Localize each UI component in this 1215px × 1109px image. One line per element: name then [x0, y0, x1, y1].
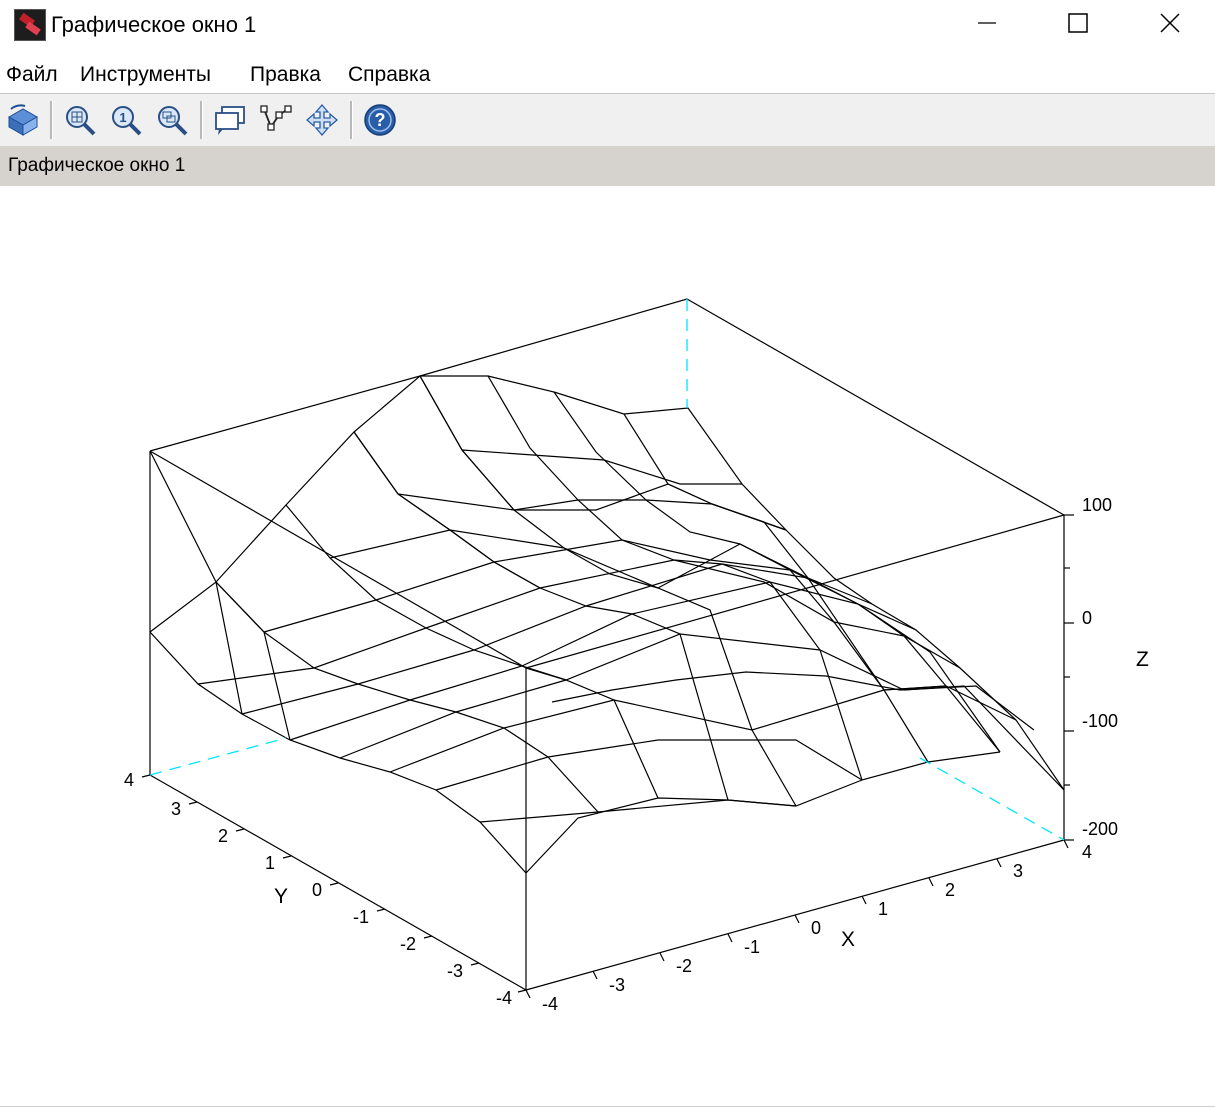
x-tick-label: 1 — [878, 899, 888, 919]
y-tick-label: 0 — [312, 880, 322, 900]
figure-tab-title[interactable]: Графическое окно 1 — [8, 155, 185, 177]
y-tick-label: -4 — [496, 988, 512, 1008]
x-tick-label: -3 — [609, 975, 625, 995]
z-axis-ticks — [1064, 514, 1074, 841]
close-button[interactable] — [1124, 0, 1215, 46]
svg-text:1: 1 — [119, 110, 126, 125]
x-axis-title: X — [841, 928, 855, 951]
surface-plot[interactable]: 100 0 -100 -200 Z -4 -3 -2 -1 0 1 2 3 4 … — [0, 186, 1215, 1104]
minimize-button[interactable] — [941, 0, 1033, 46]
data-edit-button[interactable] — [258, 102, 294, 138]
y-axis-title: Y — [274, 885, 288, 908]
y-axis-labels: -4 -3 -2 -1 0 1 2 3 4 Y — [124, 770, 512, 1008]
toolbar-separator — [350, 101, 353, 139]
z-axis-labels: 100 0 -100 -200 Z — [1082, 495, 1149, 839]
z-tick-label: 0 — [1082, 608, 1092, 628]
minimize-icon — [978, 22, 996, 24]
y-tick-label: 4 — [124, 770, 134, 790]
zoom-area-icon — [66, 106, 96, 136]
datatip-icon — [215, 106, 245, 135]
app-icon — [14, 9, 46, 41]
y-tick-label: 3 — [171, 799, 181, 819]
rotate-icon — [7, 104, 39, 136]
y-tick-label: 2 — [218, 826, 228, 846]
title-bar: Графическое окно 1 — [0, 0, 1215, 48]
y-tick-label: -1 — [353, 907, 369, 927]
x-axis-labels: -4 -3 -2 -1 0 1 2 3 4 X — [542, 842, 1092, 1014]
z-tick-label: -100 — [1082, 711, 1118, 731]
x-tick-label: 2 — [945, 880, 955, 900]
plot-canvas[interactable]: 100 0 -100 -200 Z -4 -3 -2 -1 0 1 2 3 4 … — [0, 186, 1215, 1104]
data-edit-icon — [260, 105, 292, 131]
menu-tools[interactable]: Инструменты — [80, 62, 211, 88]
figure-tab-bar: Графическое окно 1 — [0, 146, 1215, 186]
y-axis-line — [149, 774, 527, 991]
zoom-area-button[interactable] — [62, 102, 98, 138]
window-bottom-border — [0, 1106, 1215, 1107]
zoom-out-icon — [158, 106, 188, 136]
window-title: Графическое окно 1 — [51, 12, 257, 37]
help-icon: ? — [364, 104, 396, 136]
menu-help[interactable]: Справка — [348, 62, 430, 88]
rotate-button[interactable] — [4, 102, 40, 138]
y-axis-ticks — [141, 774, 527, 993]
box-top-edge — [149, 298, 1065, 516]
toolbar-separator — [50, 101, 53, 139]
pan-button[interactable] — [304, 102, 340, 138]
maximize-icon — [1068, 13, 1088, 33]
box-right-top-edge — [525, 514, 1065, 669]
help-button[interactable]: ? — [362, 102, 398, 138]
x-tick-label: -2 — [676, 956, 692, 976]
x-tick-label: -1 — [744, 937, 760, 957]
y-tick-label: -3 — [447, 961, 463, 981]
zoom-out-button[interactable] — [154, 102, 190, 138]
y-tick-label: -2 — [400, 934, 416, 954]
zoom-reset-button[interactable]: 1 — [108, 102, 144, 138]
x-tick-label: 4 — [1082, 842, 1092, 862]
zoom-reset-icon: 1 — [112, 106, 142, 136]
pan-icon — [306, 104, 338, 136]
menu-bar: Файл Инструменты Правка Справка — [0, 58, 1215, 92]
box-front-top-edge — [149, 450, 527, 669]
z-axis-title: Z — [1136, 648, 1149, 671]
x-tick-label: 0 — [811, 918, 821, 938]
z-tick-label: 100 — [1082, 495, 1112, 515]
z-tick-label: -200 — [1082, 819, 1118, 839]
hidden-box-edges — [149, 299, 1065, 841]
toolbar-separator — [200, 101, 203, 139]
x-tick-label: 3 — [1013, 861, 1023, 881]
svg-text:?: ? — [375, 110, 386, 130]
toolbar: 1 ? — [0, 94, 1215, 146]
menu-edit[interactable]: Правка — [250, 62, 321, 88]
menu-file[interactable]: Файл — [6, 62, 58, 88]
x-axis-ticks — [525, 839, 1069, 999]
x-tick-label: -4 — [542, 994, 558, 1014]
datatip-button[interactable] — [212, 102, 248, 138]
close-icon — [1160, 13, 1180, 33]
maximize-button[interactable] — [1032, 0, 1124, 46]
y-tick-label: 1 — [265, 853, 275, 873]
